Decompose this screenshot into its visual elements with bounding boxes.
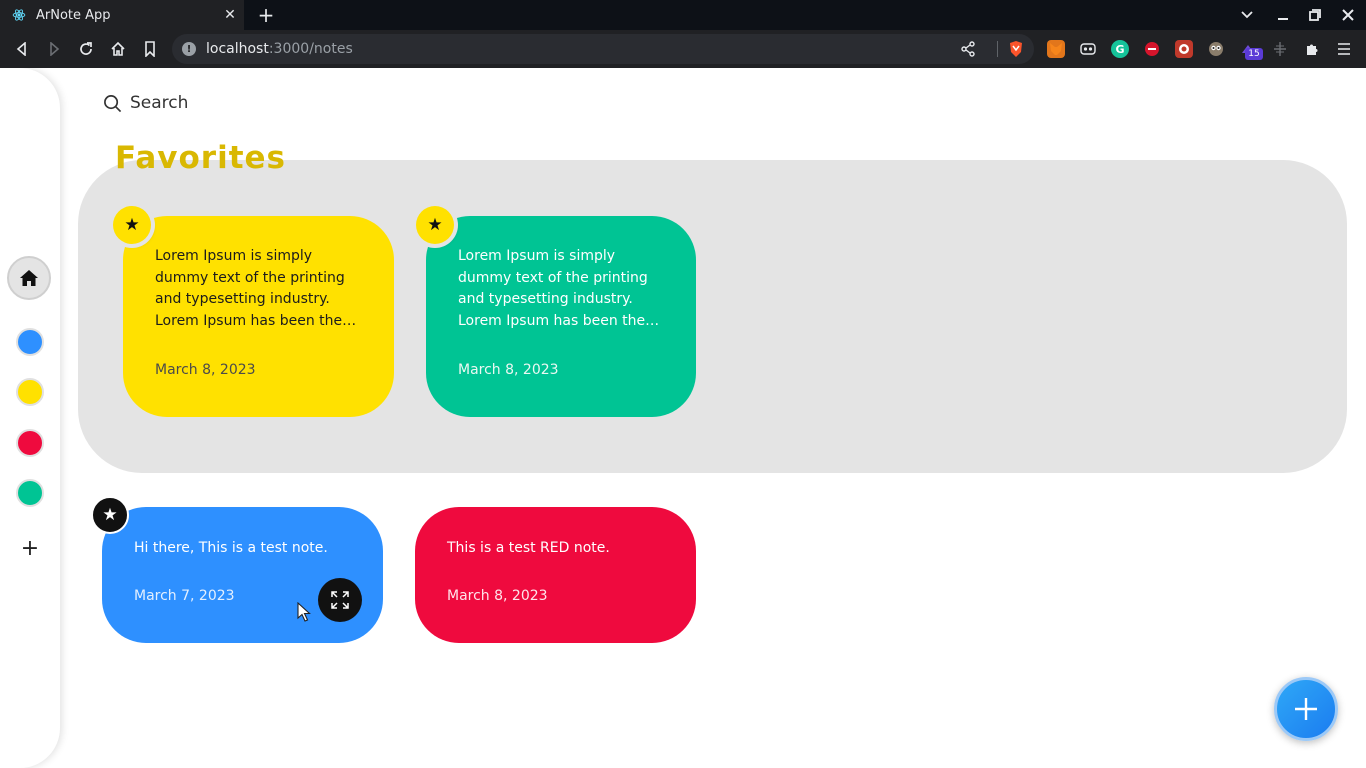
- browser-tab[interactable]: ArNote App ✕: [0, 0, 244, 30]
- expand-note-button[interactable]: [318, 578, 362, 622]
- note-text: Hi there, This is a test note.: [134, 540, 328, 556]
- extensions-puzzle-icon[interactable]: [1303, 40, 1321, 58]
- browser-toolbar: ! localhost:3000/notes G 15: [0, 30, 1366, 68]
- home-browser-icon[interactable]: [108, 39, 128, 59]
- sidebar-add-icon[interactable]: +: [20, 538, 40, 560]
- app-viewport: + Search Favorites Lorem Ipsum is simply…: [0, 68, 1366, 768]
- note-card-yellow[interactable]: Lorem Ipsum is simply dummy text of the …: [123, 216, 394, 417]
- home-button[interactable]: [7, 256, 51, 300]
- star-icon[interactable]: ★: [416, 206, 454, 244]
- extension-red-icon[interactable]: [1175, 40, 1193, 58]
- bookmark-icon[interactable]: [140, 39, 160, 59]
- grammarly-icon[interactable]: G: [1111, 40, 1129, 58]
- react-icon: [12, 8, 26, 22]
- adblock-extension-icon[interactable]: [1143, 40, 1161, 58]
- menu-icon[interactable]: [1335, 40, 1353, 58]
- note-card-blue[interactable]: Hi there, This is a test note. March 7, …: [102, 507, 383, 643]
- new-tab-icon[interactable]: +: [256, 5, 276, 25]
- note-text: This is a test RED note.: [447, 540, 610, 556]
- plus-icon: [1295, 698, 1317, 720]
- note-date: March 8, 2023: [447, 588, 548, 604]
- brave-shield-icon[interactable]: [1008, 40, 1024, 58]
- note-date: March 7, 2023: [134, 588, 235, 604]
- address-bar[interactable]: ! localhost:3000/notes: [172, 34, 1034, 64]
- search-icon: [104, 94, 122, 112]
- restore-icon[interactable]: [1305, 5, 1325, 25]
- site-info-icon[interactable]: !: [182, 42, 196, 56]
- note-date: March 8, 2023: [458, 362, 559, 378]
- tab-search-icon[interactable]: [1237, 5, 1257, 25]
- metamask-icon[interactable]: [1047, 40, 1065, 58]
- forward-icon[interactable]: [44, 39, 64, 59]
- note-date: March 8, 2023: [155, 362, 256, 378]
- mouse-cursor-icon: [297, 602, 311, 622]
- note-card-red[interactable]: This is a test RED note. March 8, 2023: [415, 507, 696, 643]
- url-host: localhost: [206, 41, 269, 57]
- note-card-green[interactable]: Lorem Ipsum is simply dummy text of the …: [426, 216, 696, 417]
- close-tab-icon[interactable]: ✕: [220, 5, 240, 25]
- star-icon[interactable]: ★: [91, 496, 129, 534]
- url-path: :3000/notes: [268, 41, 353, 57]
- home-icon: [20, 270, 38, 286]
- color-filter-green[interactable]: [16, 479, 44, 507]
- minimize-icon[interactable]: [1273, 5, 1293, 25]
- search-bar[interactable]: Search: [103, 93, 188, 113]
- url-divider: [997, 41, 998, 57]
- note-text: Lorem Ipsum is simply dummy text of the …: [155, 248, 345, 329]
- reload-icon[interactable]: [76, 39, 96, 59]
- star-icon[interactable]: ★: [113, 206, 151, 244]
- back-icon[interactable]: [12, 39, 32, 59]
- search-placeholder: Search: [130, 93, 189, 113]
- favorites-title: Favorites: [115, 140, 286, 176]
- expand-icon: [331, 591, 349, 609]
- tab-title: ArNote App: [36, 7, 111, 23]
- owl-extension-icon[interactable]: [1207, 40, 1225, 58]
- browser-tab-bar: ArNote App ✕ +: [0, 0, 1366, 30]
- close-window-icon[interactable]: [1338, 5, 1358, 25]
- color-filter-yellow[interactable]: [16, 378, 44, 406]
- sidebar: +: [0, 68, 60, 768]
- color-filter-red[interactable]: [16, 429, 44, 457]
- add-note-button[interactable]: [1274, 677, 1338, 741]
- share-icon[interactable]: [960, 41, 976, 57]
- ruler-extension-icon[interactable]: [1271, 40, 1289, 58]
- note-text: Lorem Ipsum is simply dummy text of the …: [458, 248, 648, 329]
- vpn-extension-icon[interactable]: [1079, 40, 1097, 58]
- color-filter-blue[interactable]: [16, 328, 44, 356]
- extension-badge: 15: [1245, 48, 1263, 60]
